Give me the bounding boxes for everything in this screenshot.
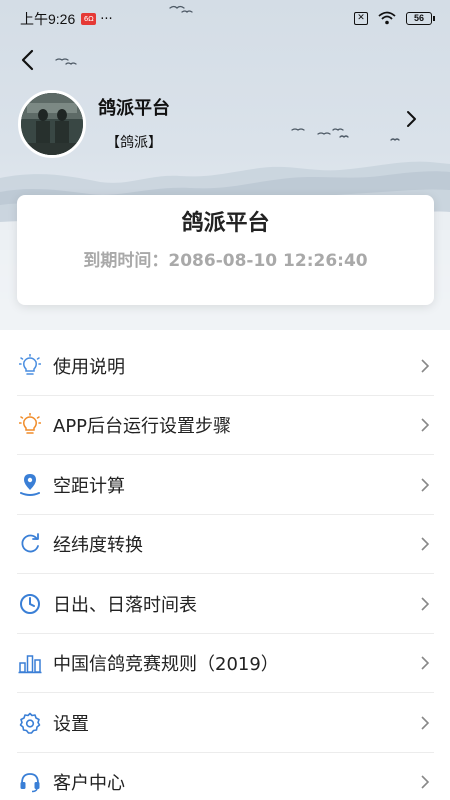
- chevron-right-icon: [421, 656, 430, 670]
- status-time: 上午9:26: [20, 11, 76, 27]
- menu-item-distance-calc[interactable]: 空距计算: [0, 455, 450, 515]
- chevron-right-icon: [421, 537, 430, 551]
- lightbulb-icon: [17, 353, 43, 379]
- chevron-right-icon[interactable]: [404, 108, 420, 130]
- card-title: 鸽派平台: [181, 211, 270, 236]
- menu-label: 客户中心: [53, 773, 125, 795]
- expiry-time: 到期时间：2086-08-10 12:26:40: [83, 251, 368, 271]
- menu-item-sunrise-sunset[interactable]: 日出、日落时间表: [0, 574, 450, 634]
- menu-item-background-settings[interactable]: APP后台运行设置步骤: [0, 396, 450, 456]
- no-sim-icon: ✕: [354, 11, 368, 25]
- refresh-icon: [17, 531, 43, 557]
- menu-item-customer-center[interactable]: 客户中心: [0, 753, 450, 800]
- chevron-right-icon: [421, 597, 430, 611]
- membership-card: 鸽派平台 到期时间：2086-08-10 12:26:40: [17, 195, 434, 305]
- chevron-right-icon: [421, 359, 430, 373]
- menu-item-settings[interactable]: 设置: [0, 693, 450, 753]
- status-bar: 上午9:26 6Ω ··· ✕ 56: [0, 0, 450, 38]
- gear-icon: [17, 710, 43, 736]
- more-notifications-icon: ···: [100, 11, 113, 27]
- bar-chart-icon: [17, 650, 43, 676]
- settings-menu: 使用说明 APP后台运行设置步骤 空距计算 经纬度转换 日出、日落时间表 中国信…: [0, 336, 450, 800]
- menu-label: APP后台运行设置步骤: [53, 416, 232, 438]
- profile-tag: 【鸽派】: [106, 135, 162, 151]
- menu-label: 日出、日落时间表: [53, 594, 197, 616]
- chevron-right-icon: [421, 418, 430, 432]
- avatar-image: [21, 93, 83, 155]
- menu-item-coordinate-convert[interactable]: 经纬度转换: [0, 515, 450, 575]
- lightbulb-icon: [17, 412, 43, 438]
- chevron-right-icon: [421, 478, 430, 492]
- battery-icon: 56: [406, 11, 435, 25]
- location-pin-icon: [17, 472, 43, 498]
- chevron-left-icon: [21, 49, 34, 71]
- profile-header[interactable]: 鸽派平台 【鸽派】: [18, 90, 432, 160]
- menu-label: 设置: [53, 713, 89, 735]
- chevron-right-icon: [421, 716, 430, 730]
- wifi-icon: [378, 11, 396, 25]
- menu-label: 使用说明: [53, 356, 125, 378]
- status-icons: ✕ 56: [354, 11, 435, 25]
- profile-name: 鸽派平台: [98, 98, 170, 119]
- headset-icon: [17, 769, 43, 795]
- clock-icon: [17, 591, 43, 617]
- menu-item-race-rules[interactable]: 中国信鸽竞赛规则（2019）: [0, 634, 450, 694]
- menu-label: 空距计算: [53, 475, 125, 497]
- menu-label: 中国信鸽竞赛规则（2019）: [53, 654, 279, 676]
- menu-item-usage-guide[interactable]: 使用说明: [0, 336, 450, 396]
- notification-badge-icon: 6Ω: [81, 13, 97, 25]
- chevron-right-icon: [421, 775, 430, 789]
- menu-label: 经纬度转换: [53, 535, 143, 557]
- avatar[interactable]: [18, 90, 86, 158]
- back-button[interactable]: [14, 46, 40, 74]
